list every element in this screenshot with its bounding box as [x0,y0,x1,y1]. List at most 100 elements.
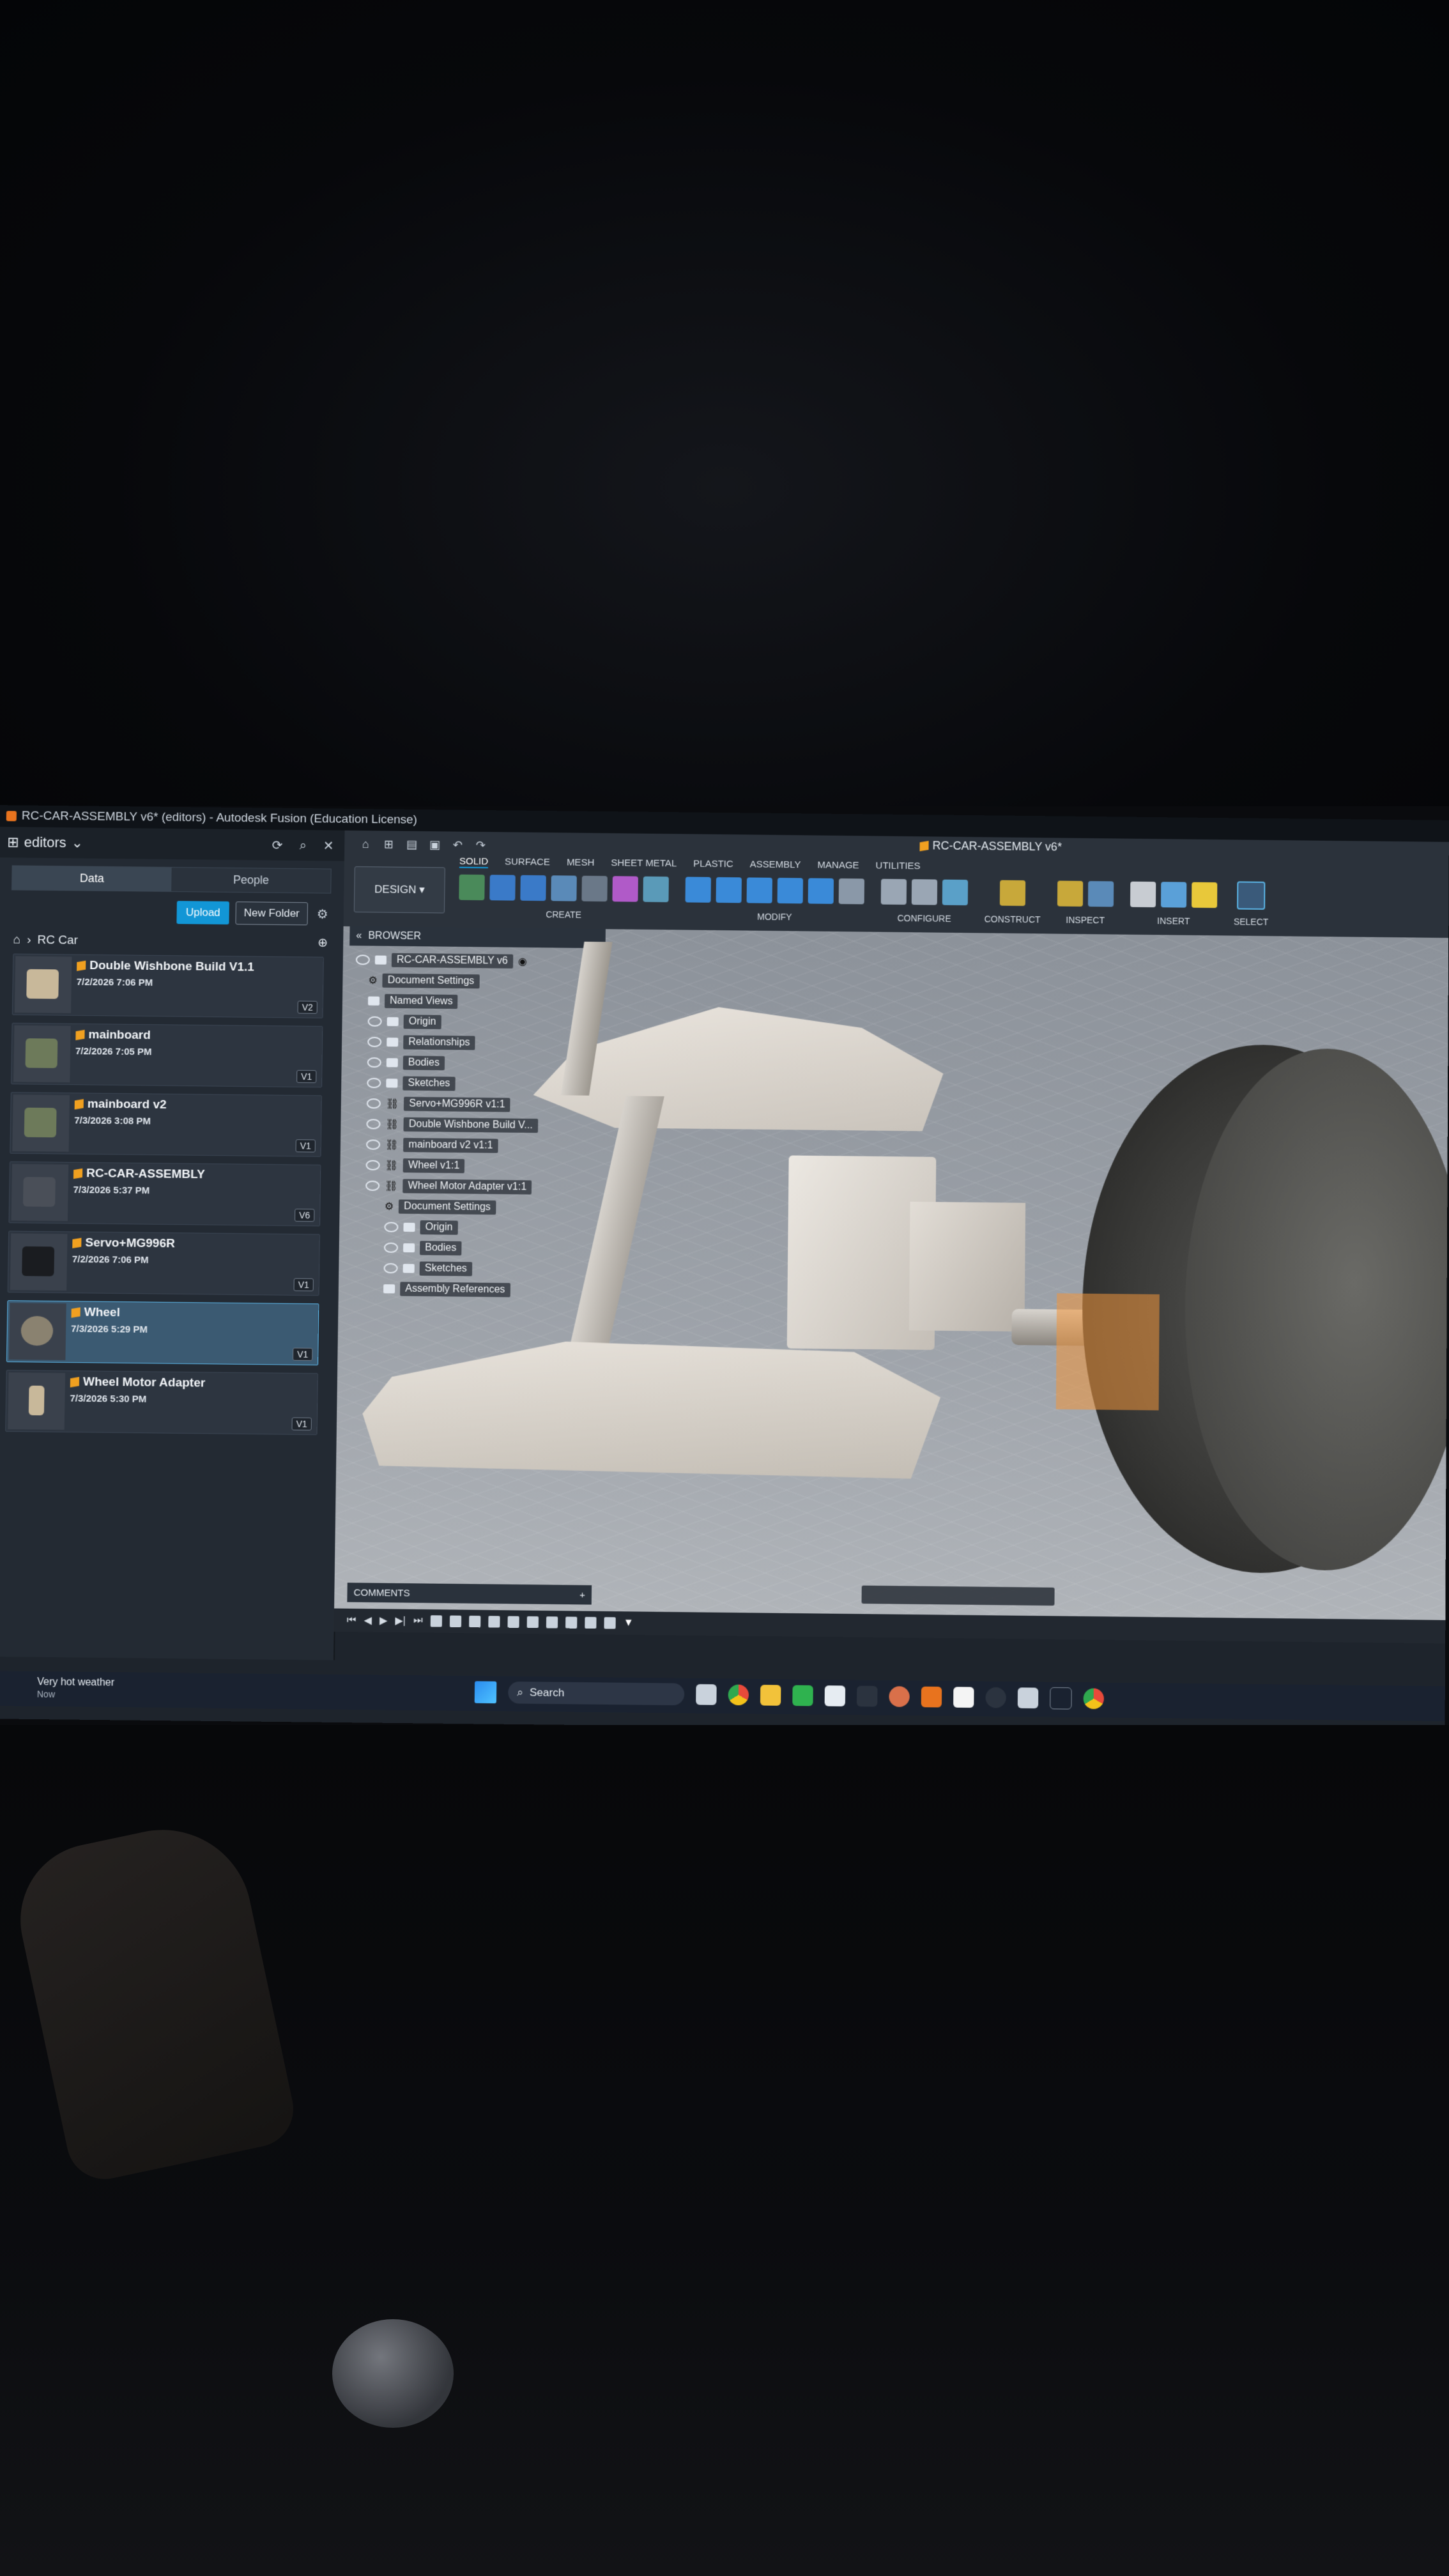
configure-rows-icon[interactable] [911,879,938,905]
navigation-bar[interactable] [861,1585,1055,1606]
tab-sheet-metal[interactable]: SHEET METAL [611,857,677,870]
eye-icon[interactable] [366,1119,381,1130]
revolve-icon[interactable] [520,875,546,901]
file-item[interactable]: Servo+MG996R 7/2/2026 7:06 PM V1 [7,1230,320,1296]
file-item[interactable]: RC-CAR-ASSEMBLY 7/3/2026 5:37 PM V6 [8,1161,321,1227]
tab-plastic[interactable]: PLASTIC [693,859,733,871]
plus-icon[interactable]: + [579,1590,585,1600]
browser-node[interactable]: Assembly References [351,1278,634,1302]
move-icon[interactable] [838,878,865,905]
new-folder-button[interactable]: New Folder [235,901,309,926]
taskbar-search[interactable]: ⌕ Search [508,1681,685,1706]
insert-mcmaster-icon[interactable] [1191,882,1218,908]
version-badge[interactable]: V6 [294,1208,315,1222]
group-modify[interactable]: MODIFY [685,873,865,923]
press-pull-icon[interactable] [685,877,711,903]
timeline-feature[interactable] [488,1616,500,1628]
add-project-icon[interactable]: ⊕ [318,936,328,951]
claude-icon[interactable] [889,1686,910,1707]
group-inspect[interactable]: INSPECT [1057,877,1114,925]
insert-image-icon[interactable] [1160,882,1187,908]
browser-node[interactable]: Sketches [354,1073,636,1096]
select-cursor-icon[interactable] [1237,881,1266,910]
app-dark-icon[interactable] [856,1685,878,1707]
eye-icon[interactable] [367,1016,382,1027]
undo-icon[interactable]: ↶ [449,836,466,853]
3d-viewport[interactable]: « BROWSER RC-CAR-ASSEMBLY v6 ◉ ⚙ Document… [334,926,1449,1620]
team-selector[interactable]: ⊞ editors ⌄ [7,834,83,851]
shell-icon[interactable] [746,877,772,903]
tab-manage[interactable]: MANAGE [817,860,859,873]
browser-node[interactable]: Bodies [352,1237,634,1261]
refresh-icon[interactable]: ⟳ [269,837,286,854]
timeline-feature[interactable] [526,1616,539,1629]
browser-header[interactable]: « BROWSER [349,926,606,949]
browser-node[interactable]: ⚙ Document Settings [355,970,637,993]
timeline-feature[interactable] [430,1615,442,1627]
task-view-icon[interactable] [696,1683,717,1705]
version-badge[interactable]: V1 [292,1347,313,1361]
fillet-icon[interactable] [716,877,742,903]
interference-icon[interactable] [1087,880,1114,907]
split-icon[interactable] [808,878,834,904]
eye-icon[interactable] [367,1036,382,1048]
step-forward-icon[interactable]: ▶| [395,1614,406,1627]
browser-node[interactable]: ⛓ mainboard v2 v1:1 [353,1134,636,1158]
grid-icon[interactable]: ⊞ [380,836,397,852]
file-item-selected[interactable]: Wheel 7/3/2026 5:29 PM V1 [6,1300,319,1366]
file-explorer-icon[interactable] [760,1685,781,1706]
browser-node[interactable]: Sketches [351,1257,634,1281]
file-item[interactable]: mainboard v2 7/3/2026 3:08 PM V1 [10,1092,322,1157]
configure-table-icon[interactable] [880,878,907,905]
chrome-icon[interactable] [728,1684,749,1706]
save-icon[interactable]: ▣ [426,836,443,853]
breadcrumb-current[interactable]: RC Car [37,933,78,947]
chatgpt-icon[interactable] [985,1687,1006,1708]
play-icon[interactable]: ▶ [379,1614,388,1627]
eye-icon[interactable] [355,954,370,965]
extrude-icon[interactable] [489,875,516,901]
timeline-feature[interactable] [604,1617,616,1629]
hole-icon[interactable] [551,875,577,901]
tab-data[interactable]: Data [12,866,172,891]
insert-derive-icon[interactable] [1130,881,1156,908]
home-icon[interactable]: ⌂ [13,933,21,947]
file-item[interactable]: Double Wishbone Build V1.1 7/2/2026 7:06… [12,953,324,1018]
tab-assembly[interactable]: ASSEMBLY [750,859,801,871]
new-component-icon[interactable] [612,876,638,902]
eye-icon[interactable] [365,1180,380,1192]
group-configure[interactable]: CONFIGURE [880,876,969,924]
joint-icon[interactable] [643,876,669,903]
eye-icon[interactable] [365,1160,380,1170]
file-item[interactable]: mainboard 7/2/2026 7:05 PM V1 [11,1022,323,1088]
fusion-taskbar-icon[interactable] [921,1686,942,1708]
eye-icon[interactable] [365,1139,381,1150]
version-badge[interactable]: V2 [297,1000,318,1014]
measure-icon[interactable] [1057,880,1084,907]
timeline-feature[interactable] [565,1616,578,1629]
eye-icon[interactable] [384,1222,399,1232]
notepad-icon[interactable] [824,1685,846,1706]
version-badge[interactable]: V1 [291,1417,312,1430]
tab-solid[interactable]: SOLID [459,855,489,869]
redo-icon[interactable]: ↷ [472,837,489,854]
upload-button[interactable]: Upload [176,901,230,925]
app-light-icon[interactable] [1017,1687,1039,1709]
chrome-profile-icon[interactable] [1083,1688,1105,1710]
comments-panel[interactable]: COMMENTS + [347,1583,592,1605]
file-icon[interactable]: ▤ [403,836,420,853]
tab-utilities[interactable]: UTILITIES [875,860,921,873]
group-create[interactable]: CREATE [459,871,669,921]
browser-node[interactable]: ⛓ Wheel Motor Adapter v1:1 [353,1176,635,1199]
servo-horn-block[interactable] [908,1201,1026,1332]
tab-mesh[interactable]: MESH [567,857,595,869]
browser-node[interactable]: Bodies [354,1052,636,1076]
eye-icon[interactable] [383,1262,398,1274]
browser-node[interactable]: Origin [352,1216,634,1240]
version-badge[interactable]: V1 [296,1070,317,1084]
notion-icon[interactable] [953,1687,974,1708]
pattern-icon[interactable] [581,875,608,902]
browser-node[interactable]: Relationships [355,1032,636,1055]
version-badge[interactable]: V1 [293,1278,314,1292]
file-item[interactable]: Wheel Motor Adapter 7/3/2026 5:30 PM V1 [5,1370,318,1436]
